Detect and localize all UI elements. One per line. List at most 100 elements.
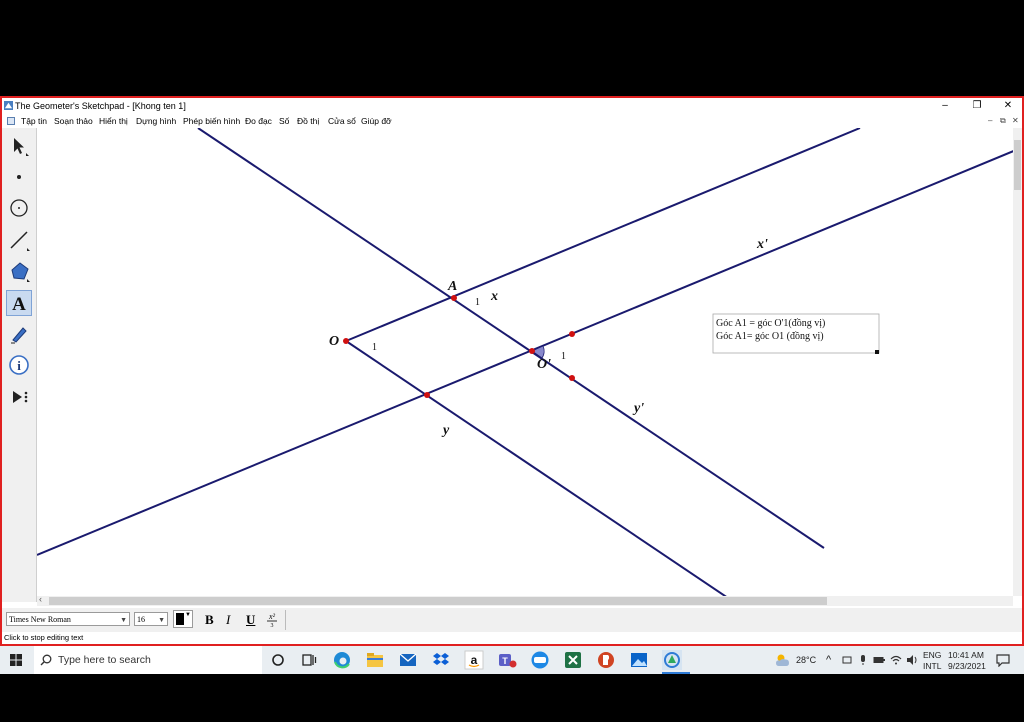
scroll-left-icon[interactable]: ‹ <box>39 594 42 604</box>
taskbar-search-box[interactable]: Type here to search <box>34 646 262 674</box>
doc-minimize-button[interactable]: – <box>988 114 992 128</box>
label-y: y <box>441 423 450 438</box>
language-indicator[interactable]: ENG INTL <box>923 650 941 672</box>
teams-icon[interactable]: T <box>497 650 517 670</box>
marker-icon[interactable] <box>6 321 32 347</box>
ray-ox <box>345 128 861 342</box>
onedrive-icon[interactable] <box>842 655 852 665</box>
compass-icon[interactable] <box>6 195 32 221</box>
sketchpad-taskbar-icon[interactable] <box>662 650 682 670</box>
horizontal-scroll-thumb[interactable] <box>49 597 827 605</box>
vertical-scrollbar[interactable] <box>1013 128 1022 596</box>
doc-restore-button[interactable]: ⧉ <box>1000 114 1006 128</box>
search-placeholder: Type here to search <box>58 654 151 666</box>
angle-label-a: 1 <box>475 297 480 308</box>
doc-close-button[interactable]: ✕ <box>1012 114 1019 128</box>
wifi-icon[interactable] <box>890 654 902 666</box>
menu-graph[interactable]: Đồ thị <box>297 114 319 128</box>
point-o <box>343 338 349 344</box>
vertical-scroll-thumb[interactable] <box>1014 140 1021 190</box>
toolbox: A i <box>2 128 37 602</box>
sketch-drawing[interactable]: A O O' x x' y y' 1 1 1 Góc A1 = góc O'1(… <box>37 128 1013 596</box>
text-icon[interactable]: A <box>6 290 32 316</box>
label-y-prime: y' <box>632 401 644 416</box>
menu-transform[interactable]: Phép biến hình <box>183 114 240 128</box>
file-explorer-icon[interactable] <box>365 650 385 670</box>
windows-start-icon[interactable] <box>10 654 22 666</box>
active-app-indicator <box>662 672 690 674</box>
information-icon[interactable]: i <box>6 352 32 378</box>
zalo-icon[interactable] <box>530 650 550 670</box>
bold-button[interactable]: B <box>205 612 214 628</box>
taskbar: Type here to search a T 28°C ^ ENG INTL … <box>0 646 1024 674</box>
point-y-intersection <box>424 392 430 398</box>
title-bar: The Geometer's Sketchpad - [Khong ten 1]… <box>2 98 1022 114</box>
angle-label-o: 1 <box>372 342 377 353</box>
math-format-icon[interactable]: x² 3 <box>264 611 280 627</box>
notification-icon[interactable] <box>996 653 1010 667</box>
menu-help[interactable]: Giúp đỡ <box>361 114 392 128</box>
menu-bar: Tập tin Soạn thảo Hiển thị Dựng hình Phé… <box>2 114 1022 128</box>
cortana-icon[interactable] <box>268 650 288 670</box>
chevron-up-icon[interactable]: ^ <box>826 646 831 674</box>
point-a <box>451 295 457 301</box>
point-x-prime <box>569 331 575 337</box>
polygon-icon[interactable] <box>6 258 32 284</box>
powerpoint-icon[interactable] <box>596 650 616 670</box>
menu-number[interactable]: Số <box>279 114 289 128</box>
menu-window[interactable]: Cửa sổ <box>328 114 356 128</box>
amazon-icon[interactable]: a <box>464 650 484 670</box>
document-icon[interactable] <box>7 117 15 125</box>
chevron-down-icon: ▼ <box>120 616 127 624</box>
task-view-icon[interactable] <box>299 650 319 670</box>
close-button[interactable]: ✕ <box>993 98 1022 114</box>
note-line-1[interactable]: Góc A1 = góc O'1(đồng vị) <box>716 318 825 329</box>
font-size-select[interactable]: 16 ▼ <box>134 612 168 626</box>
text-color-picker[interactable]: ▼ <box>173 610 193 628</box>
horizontal-scrollbar[interactable]: ‹ <box>37 594 1013 606</box>
custom-tool-icon[interactable] <box>6 384 32 410</box>
sketchpad-window: The Geometer's Sketchpad - [Khong ten 1]… <box>0 96 1024 646</box>
maximize-button[interactable]: ❐ <box>962 98 992 114</box>
menu-measure[interactable]: Đo đạc <box>245 114 272 128</box>
window-title: The Geometer's Sketchpad - [Khong ten 1] <box>15 101 186 111</box>
underline-button[interactable]: U <box>246 612 255 628</box>
menu-view[interactable]: Hiển thị <box>99 114 128 128</box>
minimize-button[interactable]: – <box>930 98 960 114</box>
mail-icon[interactable] <box>398 650 418 670</box>
svg-text:a: a <box>471 653 478 667</box>
point-oprime <box>529 348 535 354</box>
weather-temp[interactable]: 28°C <box>796 646 816 674</box>
microphone-icon[interactable] <box>858 654 868 666</box>
label-x: x <box>490 289 498 304</box>
straightedge-icon[interactable] <box>6 227 32 253</box>
font-family-select[interactable]: Times New Roman ▼ <box>6 612 130 626</box>
label-o: O <box>329 334 339 349</box>
point-tool-icon[interactable] <box>6 164 32 190</box>
photos-icon[interactable] <box>629 650 649 670</box>
clock[interactable]: 10:41 AM 9/23/2021 <box>948 650 986 672</box>
sketchpad-app-icon <box>4 101 13 110</box>
chevron-down-icon: ▼ <box>185 612 191 618</box>
dropbox-icon[interactable] <box>431 650 451 670</box>
menu-file[interactable]: Tập tin <box>21 114 47 128</box>
excel-icon[interactable] <box>563 650 583 670</box>
arrow-select-icon[interactable] <box>6 132 32 158</box>
sketch-canvas[interactable]: A O O' x x' y y' 1 1 1 Góc A1 = góc O'1(… <box>37 128 1013 596</box>
svg-text:x²: x² <box>268 612 276 621</box>
menu-construct[interactable]: Dựng hình <box>136 114 176 128</box>
italic-button[interactable]: I <box>226 612 230 628</box>
note-line-2[interactable]: Góc A1= góc O1 (đồng vị) <box>716 331 824 342</box>
weather-icon[interactable] <box>774 652 792 668</box>
svg-text:3: 3 <box>271 623 274 627</box>
chevron-down-icon: ▼ <box>158 616 165 624</box>
battery-icon[interactable] <box>873 655 885 665</box>
label-a: A <box>447 279 457 294</box>
volume-icon[interactable] <box>906 654 918 666</box>
color-swatch <box>176 613 184 625</box>
status-bar: Click to stop editing text <box>4 633 84 642</box>
note-resize-handle <box>875 350 879 354</box>
svg-text:A: A <box>12 294 26 315</box>
menu-edit[interactable]: Soạn thảo <box>54 114 93 128</box>
edge-icon[interactable] <box>332 650 352 670</box>
